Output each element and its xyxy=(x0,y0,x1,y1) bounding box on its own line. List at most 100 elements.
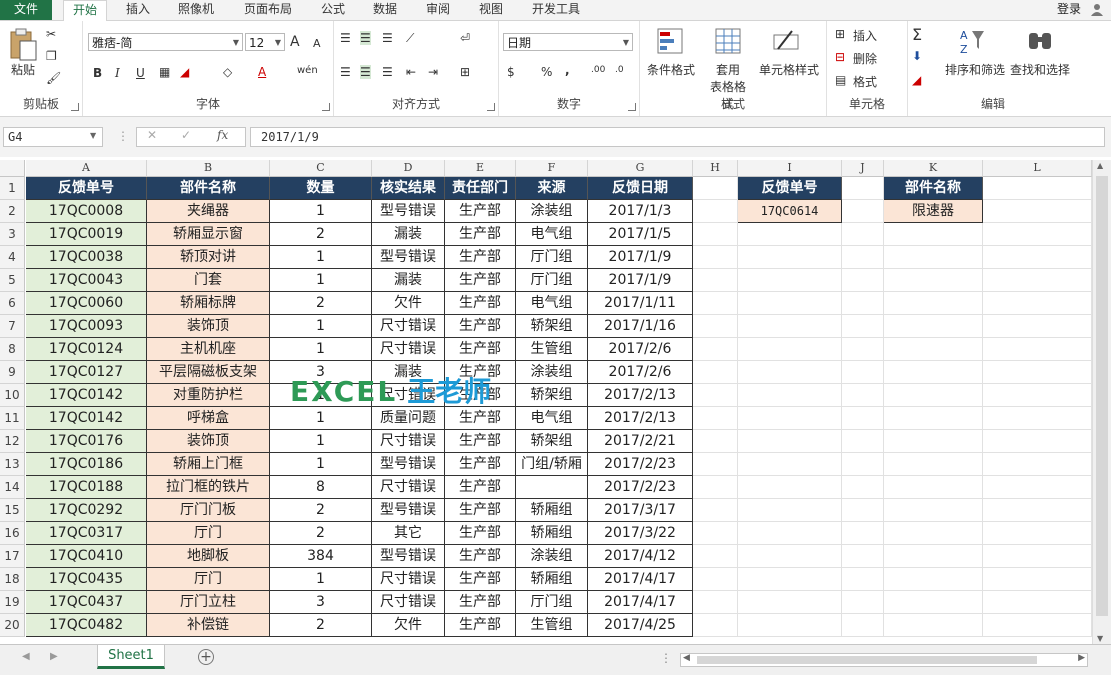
column-header[interactable]: F xyxy=(516,160,588,177)
next-sheet-icon[interactable]: ▶ xyxy=(50,651,58,662)
table-cell[interactable]: 2017/4/17 xyxy=(588,568,693,591)
horizontal-scroll-thumb[interactable] xyxy=(697,656,1037,664)
table-header-cell[interactable]: 责任部门 xyxy=(445,177,516,200)
table-cell[interactable]: 生产部 xyxy=(445,476,516,499)
column-header[interactable]: L xyxy=(983,160,1092,177)
table-cell[interactable]: 补偿链 xyxy=(147,614,270,637)
cell[interactable] xyxy=(884,292,983,315)
table-cell[interactable]: 17QC0142 xyxy=(26,384,147,407)
column-header[interactable]: I xyxy=(738,160,842,177)
cell[interactable] xyxy=(884,269,983,292)
cell[interactable] xyxy=(738,315,842,338)
font-name-combo[interactable]: 雅痞-简 ▼ xyxy=(88,33,243,51)
cell[interactable] xyxy=(738,269,842,292)
table-cell[interactable]: 生管组 xyxy=(516,614,588,637)
scroll-left-icon[interactable]: ◀ xyxy=(683,653,690,663)
table-cell[interactable]: 地脚板 xyxy=(147,545,270,568)
table-cell[interactable]: 漏装 xyxy=(372,361,445,384)
cell[interactable] xyxy=(693,499,738,522)
table-cell[interactable]: 17QC0124 xyxy=(26,338,147,361)
row-header[interactable]: 18 xyxy=(0,568,25,591)
table-cell[interactable]: 轿厢标牌 xyxy=(147,292,270,315)
cell-styles-icon[interactable] xyxy=(772,27,800,55)
cell[interactable] xyxy=(842,522,884,545)
table-cell[interactable]: 3 xyxy=(270,591,372,614)
table-cell[interactable]: 1 xyxy=(270,200,372,223)
align-bottom-icon[interactable]: ☰ xyxy=(382,31,393,45)
table-cell[interactable]: 漏装 xyxy=(372,269,445,292)
table-cell[interactable]: 2017/2/6 xyxy=(588,338,693,361)
cell[interactable] xyxy=(983,223,1092,246)
cell[interactable] xyxy=(693,407,738,430)
cell[interactable] xyxy=(884,499,983,522)
find-select-button[interactable]: 查找和选择 xyxy=(1008,61,1072,78)
table-cell[interactable]: 轿厢上门框 xyxy=(147,453,270,476)
cell[interactable] xyxy=(842,407,884,430)
delete-cells-button[interactable]: 删除 xyxy=(853,50,877,67)
orientation-icon[interactable]: ⟋ xyxy=(406,31,414,46)
merge-center-icon[interactable]: ⊞ xyxy=(460,65,470,79)
cell[interactable] xyxy=(983,246,1092,269)
cell[interactable] xyxy=(983,614,1092,637)
table-cell[interactable]: 2017/2/21 xyxy=(588,430,693,453)
cell[interactable] xyxy=(884,522,983,545)
column-header[interactable]: K xyxy=(884,160,983,177)
table-cell[interactable]: 生产部 xyxy=(445,453,516,476)
italic-button[interactable]: I xyxy=(115,66,120,80)
table-cell[interactable]: 型号错误 xyxy=(372,453,445,476)
cell[interactable] xyxy=(738,292,842,315)
conditional-format-button[interactable]: 条件格式 xyxy=(644,61,698,78)
row-header[interactable]: 5 xyxy=(0,269,25,292)
cell[interactable] xyxy=(884,430,983,453)
table-cell[interactable]: 装饰顶 xyxy=(147,430,270,453)
cell[interactable] xyxy=(884,614,983,637)
cell[interactable] xyxy=(693,338,738,361)
cell[interactable] xyxy=(842,430,884,453)
cell-styles-button[interactable]: 单元格样式 xyxy=(756,61,822,78)
row-header[interactable]: 12 xyxy=(0,430,25,453)
lookup-part-header[interactable]: 部件名称 xyxy=(884,177,983,200)
table-cell[interactable]: 2 xyxy=(270,614,372,637)
tab-page-layout[interactable]: 页面布局 xyxy=(244,0,292,20)
table-cell[interactable]: 门组/轿厢 xyxy=(516,453,588,476)
table-header-cell[interactable]: 部件名称 xyxy=(147,177,270,200)
table-header-cell[interactable]: 反馈日期 xyxy=(588,177,693,200)
table-cell[interactable]: 尺寸错误 xyxy=(372,384,445,407)
table-cell[interactable]: 尺寸错误 xyxy=(372,568,445,591)
sheet-tab-sheet1[interactable]: Sheet1 xyxy=(97,645,165,669)
cell[interactable] xyxy=(842,177,884,200)
cell[interactable] xyxy=(738,499,842,522)
table-cell[interactable]: 1 xyxy=(270,407,372,430)
table-cell[interactable]: 轿厢组 xyxy=(516,568,588,591)
row-header[interactable]: 11 xyxy=(0,407,25,430)
lookup-id-value[interactable]: 17QC0614 xyxy=(738,200,842,223)
table-cell[interactable]: 生产部 xyxy=(445,430,516,453)
tab-home[interactable]: 开始 xyxy=(63,0,108,22)
align-middle-icon[interactable]: ☰ xyxy=(360,31,371,45)
table-cell[interactable]: 生产部 xyxy=(445,522,516,545)
vertical-scrollbar[interactable]: ▲ ▼ xyxy=(1092,160,1111,644)
table-cell[interactable]: 对重防护栏 xyxy=(147,384,270,407)
chevron-down-icon[interactable]: ▼ xyxy=(90,131,96,140)
table-cell[interactable]: 厅门立柱 xyxy=(147,591,270,614)
table-cell[interactable]: 拉门框的铁片 xyxy=(147,476,270,499)
table-cell[interactable]: 型号错误 xyxy=(372,545,445,568)
select-all-corner[interactable] xyxy=(0,160,25,177)
cell[interactable] xyxy=(842,200,884,223)
tab-review[interactable]: 审阅 xyxy=(426,0,450,20)
table-cell[interactable]: 2 xyxy=(270,499,372,522)
table-cell[interactable]: 厅门 xyxy=(147,568,270,591)
row-header[interactable]: 19 xyxy=(0,591,25,614)
row-header[interactable]: 20 xyxy=(0,614,25,637)
tab-insert[interactable]: 插入 xyxy=(126,0,150,20)
table-cell[interactable]: 2017/1/3 xyxy=(588,200,693,223)
cell[interactable] xyxy=(693,292,738,315)
table-cell[interactable]: 生产部 xyxy=(445,246,516,269)
table-cell[interactable]: 2017/3/17 xyxy=(588,499,693,522)
table-cell[interactable]: 17QC0437 xyxy=(26,591,147,614)
cell[interactable] xyxy=(738,476,842,499)
decrease-decimal-icon[interactable]: .0 xyxy=(615,65,624,75)
align-left-icon[interactable]: ☰ xyxy=(340,65,351,79)
align-center-icon[interactable]: ☰ xyxy=(360,65,371,79)
table-header-cell[interactable]: 数量 xyxy=(270,177,372,200)
